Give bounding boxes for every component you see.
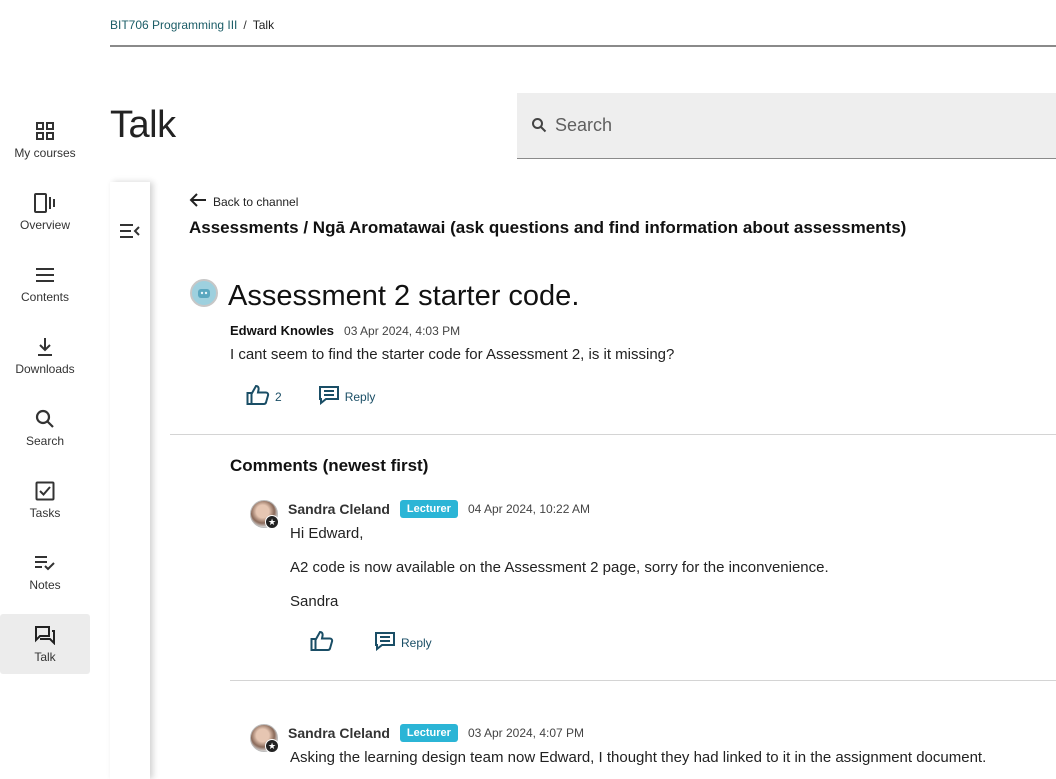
comment-line: Hi Edward, — [290, 525, 364, 542]
reply-label: Reply — [344, 389, 376, 404]
role-badge: Lecturer — [399, 724, 458, 742]
comment-author: Sandra Cleland — [288, 725, 390, 741]
comment-author: Sandra Cleland — [288, 501, 390, 517]
sidebar-item-contents[interactable]: Contents — [0, 254, 90, 314]
grid-icon — [34, 120, 56, 142]
like-button[interactable]: 2 — [246, 384, 282, 409]
comment-timestamp: 04 Apr 2024, 10:22 AM — [467, 502, 591, 516]
comment-header: Sandra Cleland Lecturer 03 Apr 2024, 4:0… — [288, 724, 584, 742]
like-button[interactable] — [310, 630, 334, 655]
sidebar-item-tasks[interactable]: Tasks — [0, 470, 90, 530]
sidebar-item-label: Overview — [19, 218, 70, 232]
search-icon — [34, 408, 56, 430]
sidebar-item-label: Contents — [20, 290, 70, 304]
sidebar-item-notes[interactable]: Notes — [0, 542, 90, 602]
reply-button[interactable]: Reply — [374, 631, 432, 654]
thumbs-up-icon — [310, 630, 334, 655]
comment-actions: Reply — [310, 630, 432, 655]
breadcrumb: BIT706 Programming III / Talk — [110, 18, 274, 32]
comment-divider — [230, 680, 1056, 681]
comment-timestamp: 03 Apr 2024, 4:07 PM — [467, 726, 585, 740]
breadcrumb-current: Talk — [252, 18, 275, 32]
sidebar-item-overview[interactable]: Overview — [0, 182, 90, 242]
sidebar-item-talk[interactable]: Talk — [0, 614, 90, 674]
comment-item: ★ Sandra Cleland Lecturer 04 Apr 2024, 1… — [250, 500, 1056, 660]
overview-icon — [34, 192, 56, 214]
role-badge: Lecturer — [399, 500, 458, 518]
reply-label: Reply — [401, 635, 432, 650]
sidebar-item-search[interactable]: Search — [0, 398, 90, 458]
like-count: 2 — [275, 389, 282, 404]
sidebar-item-downloads[interactable]: Downloads — [0, 326, 90, 386]
search-icon — [531, 117, 549, 135]
post-author-avatar — [190, 279, 218, 307]
post-actions: 2 Reply — [246, 384, 375, 409]
reply-button[interactable]: Reply — [318, 385, 376, 408]
sidebar-item-label: Talk — [34, 650, 56, 664]
sidebar-item-label: Search — [25, 434, 65, 448]
comment-line: Sandra — [290, 593, 339, 610]
chat-icon — [34, 624, 56, 646]
sidebar-item-label: Downloads — [15, 362, 75, 376]
sidebar-nav: My courses Overview Contents Downloads S… — [0, 110, 90, 686]
sidebar-item-label: Tasks — [29, 506, 61, 520]
star-badge-icon: ★ — [265, 515, 279, 529]
comment-icon — [318, 385, 340, 408]
back-to-channel-link[interactable]: Back to channel — [189, 193, 298, 210]
post-title: Assessment 2 starter code. — [228, 280, 580, 312]
download-icon — [34, 336, 56, 358]
sidebar-item-label: My courses — [14, 146, 76, 160]
notes-icon — [34, 552, 56, 574]
comment-icon — [374, 631, 396, 654]
post-timestamp: 03 Apr 2024, 4:03 PM — [344, 324, 461, 338]
thread-view: Back to channel Assessments / Ngā Aromat… — [170, 182, 1056, 779]
star-badge-icon: ★ — [265, 739, 279, 753]
post-meta: Edward Knowles 03 Apr 2024, 4:03 PM — [230, 323, 460, 338]
comment-item: ★ Sandra Cleland Lecturer 03 Apr 2024, 4… — [250, 724, 1056, 774]
menu-collapse-icon — [119, 224, 141, 244]
post-divider — [170, 434, 1056, 435]
comments-heading: Comments (newest first) — [230, 456, 429, 475]
page-title: Talk — [110, 104, 176, 146]
sidebar-item-my-courses[interactable]: My courses — [0, 110, 90, 170]
thumbs-up-icon — [246, 384, 270, 409]
arrow-left-icon — [189, 193, 207, 210]
search-bar[interactable] — [517, 93, 1056, 159]
breadcrumb-separator: / — [243, 18, 247, 32]
panel-toggle-button[interactable] — [119, 222, 141, 242]
comment-header: Sandra Cleland Lecturer 04 Apr 2024, 10:… — [288, 500, 590, 518]
menu-icon — [34, 264, 56, 286]
search-input[interactable] — [555, 115, 955, 136]
post-author: Edward Knowles — [230, 323, 335, 338]
header-divider — [110, 45, 1056, 47]
comment-line: A2 code is now available on the Assessme… — [290, 559, 829, 576]
back-link-label: Back to channel — [213, 194, 299, 209]
channel-title: Assessments / Ngā Aromatawai (ask questi… — [189, 218, 907, 237]
post-body: I cant seem to find the starter code for… — [230, 346, 675, 363]
checkbox-icon — [34, 480, 56, 502]
comment-line: Asking the learning design team now Edwa… — [290, 749, 987, 766]
breadcrumb-course-link[interactable]: BIT706 Programming III — [110, 18, 237, 32]
channel-panel-collapsed — [110, 182, 150, 779]
sidebar-item-label: Notes — [29, 578, 61, 592]
